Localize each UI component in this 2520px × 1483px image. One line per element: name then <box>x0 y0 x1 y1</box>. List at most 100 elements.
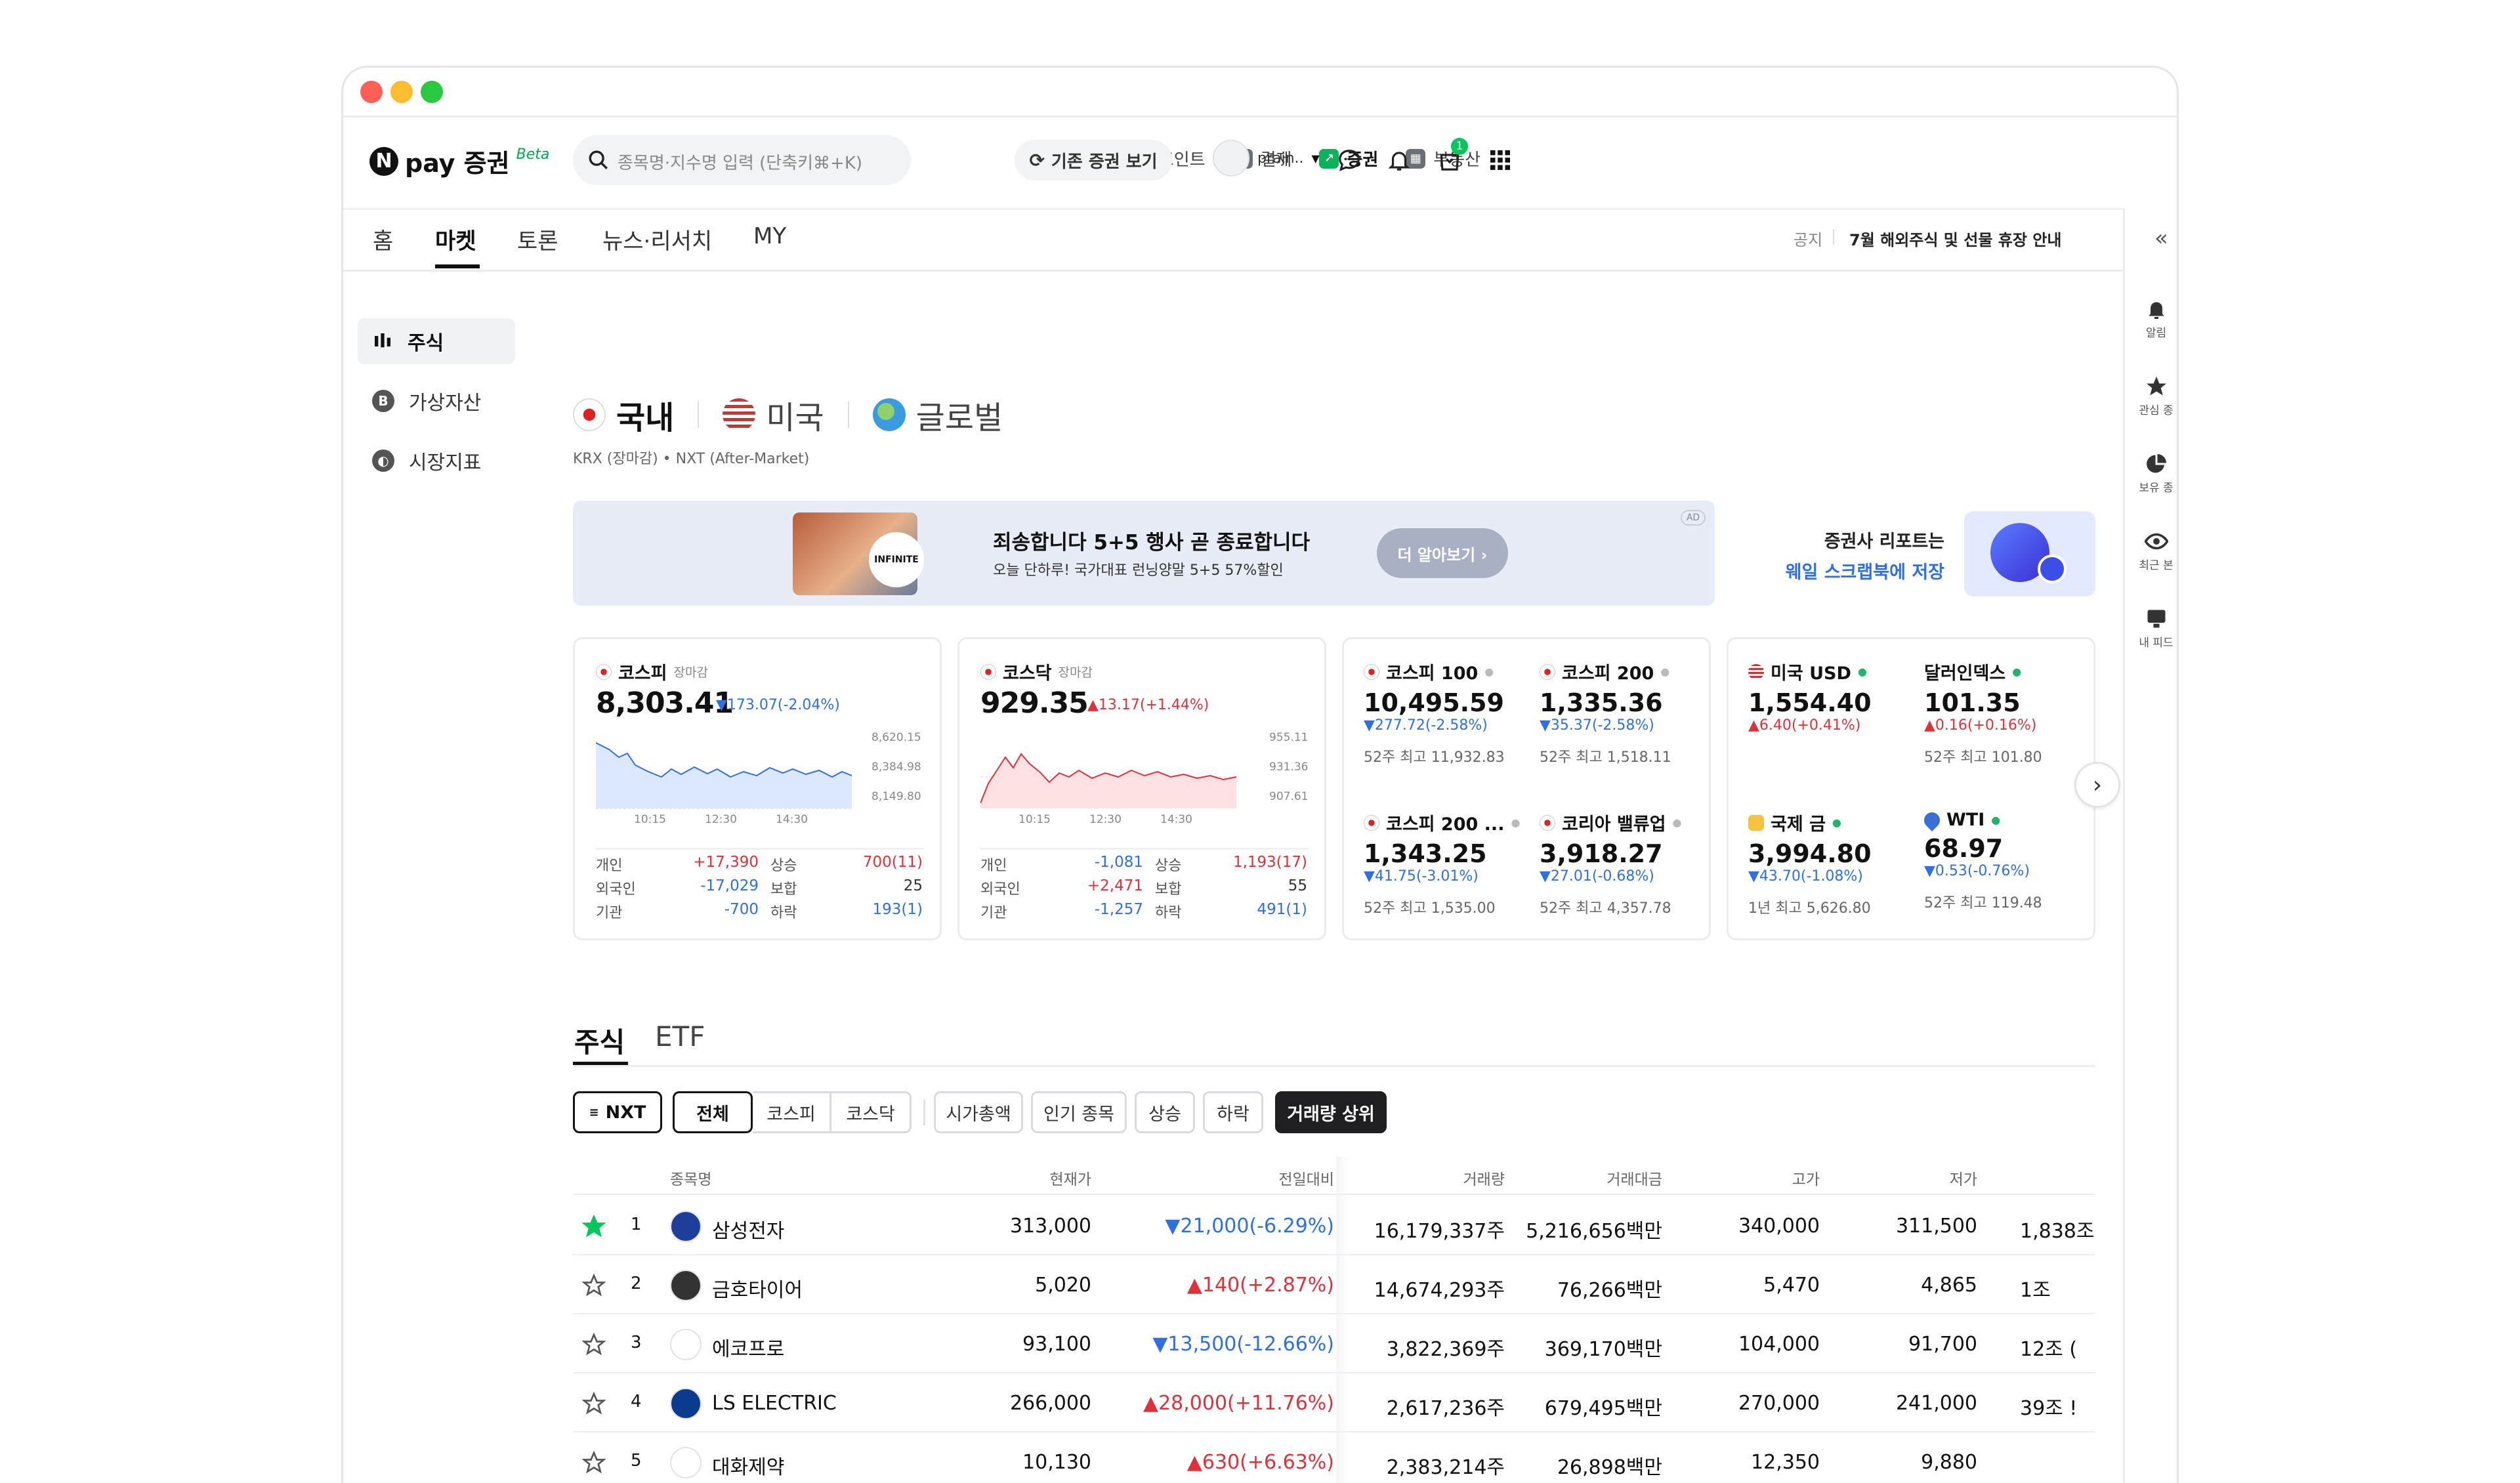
apps-button[interactable] <box>1483 143 1517 177</box>
filter-falling[interactable]: 하락 <box>1203 1091 1263 1133</box>
col-header-change[interactable]: 전일대비 <box>1183 1167 1334 1189</box>
col-header-price[interactable]: 현재가 <box>1026 1167 1091 1189</box>
filter-label: 상승 <box>1148 1104 1181 1125</box>
table-row[interactable]: 3 에코프로 93,100 ▼13,500(-12.66%) 3,822,369주 369… <box>573 1314 2095 1373</box>
star-icon[interactable] <box>582 1392 606 1415</box>
filter-separator <box>923 1099 925 1125</box>
filter-market-cap[interactable]: 시가총액 <box>934 1091 1023 1133</box>
table-row[interactable]: 1 삼성전자 313,000 ▼21,000(-6.29%) 16,179,337주 5,… <box>573 1196 2095 1255</box>
carousel-next-button[interactable]: › <box>2074 762 2120 808</box>
col-header-volume[interactable]: 거래량 <box>1380 1167 1505 1189</box>
stock-name[interactable]: 대화제약 <box>712 1451 784 1480</box>
chat-button[interactable] <box>1332 143 1366 177</box>
logo[interactable]: N pay 증권 Beta <box>369 143 549 179</box>
maximize-window-button[interactable] <box>421 81 443 103</box>
filter-nxt[interactable]: ≡ NXT <box>573 1091 662 1133</box>
stock-name[interactable]: LS ELECTRIC <box>712 1392 837 1415</box>
star-icon[interactable] <box>582 1215 606 1238</box>
filter-popular[interactable]: 인기 종목 <box>1031 1091 1127 1133</box>
collapse-rail-icon[interactable]: « <box>2154 225 2168 251</box>
fx-change: ▼0.53(-0.76%) <box>1924 863 2030 879</box>
company-logo <box>670 1270 702 1301</box>
col-header-high[interactable]: 고가 <box>1695 1167 1820 1189</box>
kosdaq-card[interactable]: 코스닥 장마감 929.35 ▲13.17(+1.44%) 955.11 931… <box>957 637 1326 940</box>
col-header-low[interactable]: 저가 <box>1853 1167 1977 1189</box>
investor-foreign-value: -17,029 <box>700 877 759 894</box>
index-change: ▼27.01(-0.68%) <box>1540 868 1654 885</box>
fx-item[interactable]: 국제 금 ● 3,994.80 ▼43.70(-1.08%) 1년 최고 5,62… <box>1748 810 1912 917</box>
market-label: 글로벌 <box>915 400 1003 436</box>
section-tab-stocks[interactable]: 주식 <box>574 1020 625 1060</box>
minimize-window-button[interactable] <box>390 81 413 103</box>
filter-all[interactable]: 전체 <box>673 1091 753 1133</box>
compass-icon: ◐ <box>372 449 394 472</box>
tab-news-research[interactable]: 뉴스·리서치 <box>602 223 712 255</box>
stock-name[interactable]: 에코프로 <box>712 1333 784 1362</box>
cart-button[interactable]: 1 <box>1433 138 1468 177</box>
ad-banner[interactable]: INFINITE 죄송합니다 5+5 행사 곧 종료합니다 오늘 단하루! 국가… <box>573 501 1715 606</box>
index-52w-high: 52주 최고 1,535.00 <box>1364 900 1496 917</box>
table-row[interactable]: 5 대화제약 10,130 ▲630(+6.63%) 2,383,214주 26,898백… <box>573 1432 2095 1483</box>
bell-icon <box>1388 152 1410 171</box>
stock-name[interactable]: 금호타이어 <box>712 1274 803 1303</box>
star-icon[interactable] <box>582 1451 606 1474</box>
sub-indices-card[interactable]: 코스피 100 ● 10,495.59 ▼277.72(-2.58%) 52주 최… <box>1342 637 1711 940</box>
market-global[interactable]: 글로벌 <box>872 392 1003 438</box>
filter-top-volume[interactable]: 거래량 상위 <box>1275 1091 1387 1133</box>
oil-drop-icon <box>1921 808 1943 831</box>
card-divider <box>596 848 924 850</box>
rail-recent[interactable]: 최근 본 <box>2132 530 2177 607</box>
stock-name[interactable]: 삼성전자 <box>712 1215 784 1243</box>
star-icon[interactable] <box>582 1274 606 1297</box>
company-logo <box>670 1211 702 1242</box>
filter-label: 전체 <box>696 1104 729 1125</box>
col-header-amount[interactable]: 거래대금 <box>1538 1167 1662 1189</box>
col-header-name[interactable]: 종목명 <box>670 1167 711 1189</box>
leftnav-crypto[interactable]: B 가상자산 <box>358 378 515 424</box>
rail-holdings[interactable]: 보유 종 <box>2132 452 2177 530</box>
whale-promo[interactable]: 증권사 리포트는 웨일 스크랩북에 저장 <box>1754 527 1944 583</box>
filter-rising[interactable]: 상승 <box>1135 1091 1195 1133</box>
index-item[interactable]: 코스피 200 ● 1,335.36 ▼35.37(-2.58%) 52주 최고 … <box>1540 659 1704 766</box>
index-change: ▼277.72(-2.58%) <box>1364 717 1488 734</box>
index-item[interactable]: 코스피 200 ... ● 1,343.25 ▼41.75(-3.01%) 52주… <box>1364 810 1528 917</box>
stock-low: 241,000 <box>1895 1392 1977 1415</box>
legacy-view-button[interactable]: ⟳ 기존 증권 보기 <box>1015 140 1172 180</box>
notification-button[interactable] <box>1382 143 1416 177</box>
index-item[interactable]: 코스피 100 ● 10,495.59 ▼277.72(-2.58%) 52주 최… <box>1364 659 1528 766</box>
rail-alerts[interactable]: 알림 <box>2132 297 2177 375</box>
index-item[interactable]: 코리아 밸류업 ● 3,918.27 ▼27.01(-0.68%) 52주 최고 … <box>1540 810 1704 917</box>
stock-volume: 14,674,293주 <box>1374 1279 1505 1302</box>
leftnav-stocks[interactable]: 주식 <box>358 318 515 364</box>
search-box[interactable]: 종목명·지수명 입력 (단축키⌘+K) <box>573 135 911 185</box>
kospi-card[interactable]: 코스피 장마감 8,303.41 ▼173.07(-2.04%) 8,620.1… <box>573 637 942 940</box>
market-domestic[interactable]: 국내 <box>573 392 674 438</box>
market-us[interactable]: 미국 <box>723 392 824 438</box>
tab-discussion[interactable]: 토론 <box>517 223 558 255</box>
user-menu[interactable]: prajn.. ▼ <box>1213 140 1320 177</box>
tab-my[interactable]: MY <box>753 223 786 249</box>
tab-market[interactable]: 마켓 <box>435 223 476 255</box>
table-row[interactable]: 4 LS ELECTRIC 266,000 ▲28,000(+11.76%) 2,617… <box>573 1373 2095 1432</box>
filter-kospi[interactable]: 코스피 <box>753 1091 831 1133</box>
fx-item[interactable]: WTI ● 68.97 ▼0.53(-0.76%) 52주 최고 119.48 <box>1921 808 2088 912</box>
ad-more-button[interactable]: 더 알아보기 › <box>1377 528 1508 578</box>
rail-feed[interactable]: 내 피드 <box>2132 607 2177 684</box>
y-tick: 8,620.15 <box>872 731 921 744</box>
fx-commodity-card[interactable]: 미국 USD ● 1,554.40 ▲6.40(+0.41%) 달러인덱스 ● 10… <box>1727 637 2095 940</box>
nxt-icon: ≡ <box>589 1105 599 1119</box>
close-window-button[interactable] <box>360 81 383 103</box>
filter-kosdaq[interactable]: 코스닥 <box>831 1091 912 1133</box>
unchanged-label: 보합 <box>770 881 797 898</box>
table-row[interactable]: 2 금호타이어 5,020 ▲140(+2.87%) 14,674,293주 76,266… <box>573 1255 2095 1314</box>
fx-item[interactable]: 달러인덱스 ● 101.35 ▲0.16(+0.16%) 52주 최고 101.8… <box>1924 659 2088 766</box>
star-icon[interactable] <box>582 1333 606 1356</box>
leftnav-indicators[interactable]: ◐ 시장지표 <box>358 438 515 484</box>
notice-link[interactable]: 7월 해외주식 및 선물 휴장 안내 <box>1849 227 2061 250</box>
fx-item[interactable]: 미국 USD ● 1,554.40 ▲6.40(+0.41%) <box>1748 659 1912 734</box>
rail-watchlist[interactable]: 관심 종 <box>2132 375 2177 452</box>
tab-home[interactable]: 홈 <box>373 223 393 255</box>
section-tab-etf[interactable]: ETF <box>655 1020 705 1053</box>
stock-change: ▲28,000(+11.76%) <box>1143 1392 1334 1415</box>
search-input[interactable]: 종목명·지수명 입력 (단축키⌘+K) <box>618 150 862 174</box>
